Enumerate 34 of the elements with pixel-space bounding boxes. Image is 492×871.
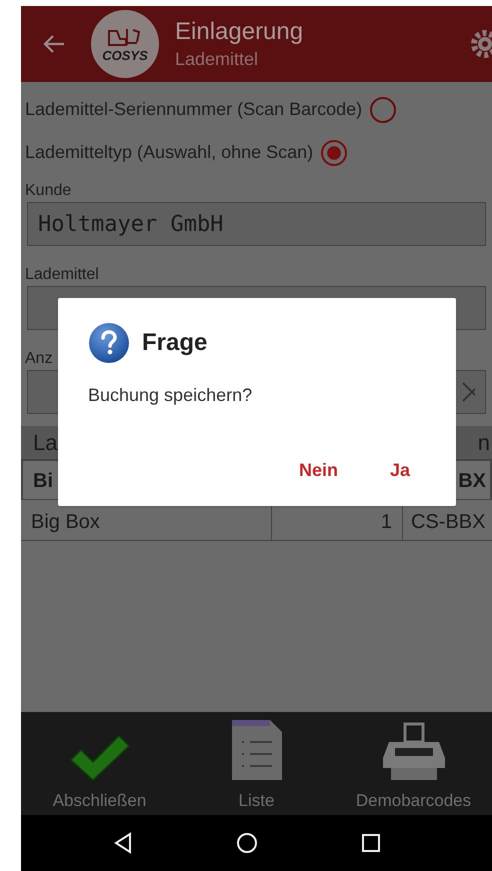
toolbar-button[interactable]: Abschließen — [21, 712, 178, 815]
document-icon — [230, 718, 284, 782]
toolbar-button[interactable]: Demobarcodes — [335, 712, 492, 815]
table-cell-text: 1 — [380, 510, 392, 535]
screen-title: Einlagerung — [175, 17, 304, 47]
table-cell-text: CS-BBX — [411, 510, 486, 535]
settings-icon[interactable] — [470, 29, 492, 59]
column-header: n — [478, 430, 490, 455]
question-icon — [88, 322, 130, 364]
dialog-message: Buchung speichern? — [88, 384, 254, 407]
field-label: Kunde — [24, 181, 72, 201]
radio-button[interactable] — [370, 96, 396, 122]
back-arrow-icon[interactable] — [43, 34, 65, 54]
table-cell-text: BX — [458, 469, 486, 494]
dialog-title: Frage — [142, 328, 208, 358]
home-icon[interactable] — [236, 832, 258, 854]
back-icon[interactable] — [112, 832, 132, 854]
option-label: Lademittel-Seriennummer (Scan Barcode) — [25, 98, 362, 121]
table-cell-text: Big Box — [31, 510, 100, 535]
field-label: Anz — [24, 349, 53, 369]
column-header: La — [33, 430, 58, 455]
toolbar-button[interactable]: Liste — [178, 712, 335, 815]
field-label: Lademittel — [24, 265, 99, 285]
dialog-button[interactable]: Nein — [282, 451, 354, 490]
screen-subtitle: Lademittel — [175, 48, 260, 71]
dialog-button[interactable]: Ja — [374, 451, 426, 490]
radio-button[interactable] — [321, 140, 348, 166]
recents-icon[interactable] — [360, 833, 380, 853]
printer-icon — [380, 720, 446, 782]
input-field[interactable]: Holtmayer GmbH — [27, 202, 486, 246]
logo-text: COSYS — [102, 48, 148, 62]
option-label: Lademitteltyp (Auswahl, ohne Scan) — [25, 141, 314, 164]
check-icon — [68, 734, 130, 782]
table-cell-text: Bi — [33, 469, 53, 494]
